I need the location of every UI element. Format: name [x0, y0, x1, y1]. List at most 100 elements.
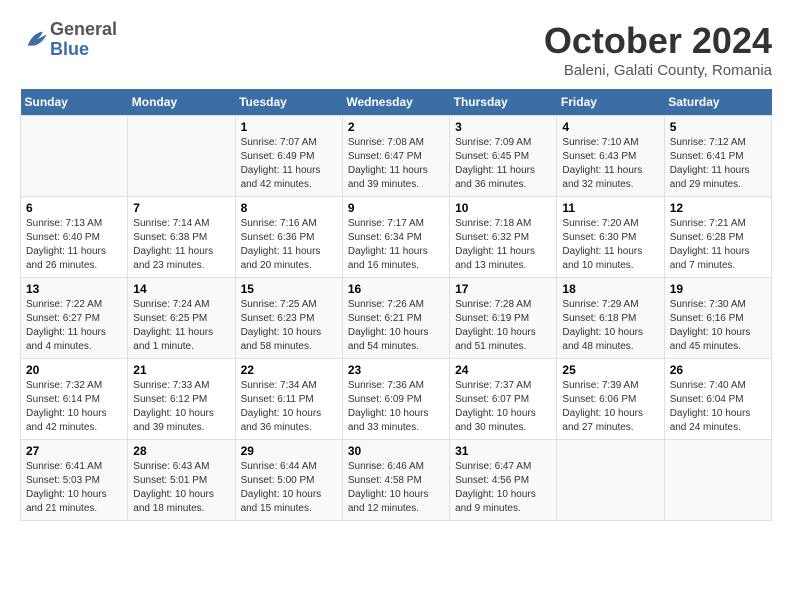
- day-info: Sunrise: 7:22 AMSunset: 6:27 PMDaylight:…: [26, 298, 122, 354]
- calendar-cell: 2 Sunrise: 7:08 AMSunset: 6:47 PMDaylight…: [342, 116, 449, 197]
- day-number: 2: [348, 120, 444, 134]
- day-number: 27: [26, 444, 122, 458]
- day-of-week-header: Thursday: [450, 89, 557, 116]
- day-number: 7: [133, 201, 229, 215]
- day-number: 3: [455, 120, 551, 134]
- calendar-cell: 25Sunrise: 7:39 AMSunset: 6:06 PMDayligh…: [557, 359, 664, 440]
- day-number: 24: [455, 363, 551, 377]
- day-of-week-header: Tuesday: [235, 89, 342, 116]
- day-number: 21: [133, 363, 229, 377]
- day-info: Sunrise: 7:21 AMSunset: 6:28 PMDaylight:…: [670, 217, 766, 273]
- day-info: Sunrise: 7:36 AMSunset: 6:09 PMDaylight:…: [348, 379, 444, 435]
- day-number: 18: [562, 282, 658, 296]
- logo-text: General Blue: [50, 20, 117, 60]
- calendar-week-row: 20 Sunrise: 7:32 AMSunset: 6:14 PMDayligh…: [21, 359, 772, 440]
- day-info: Sunrise: 7:24 AMSunset: 6:25 PMDaylight:…: [133, 298, 229, 354]
- calendar-cell: 9 Sunrise: 7:17 AMSunset: 6:34 PMDaylight…: [342, 197, 449, 278]
- calendar-cell: 27Sunrise: 6:41 AMSunset: 5:03 PMDayligh…: [21, 440, 128, 521]
- day-number: 30: [348, 444, 444, 458]
- day-info: Sunrise: 6:47 AMSunset: 4:56 PMDaylight:…: [455, 460, 551, 516]
- day-info: Sunrise: 6:46 AMSunset: 4:58 PMDaylight:…: [348, 460, 444, 516]
- day-number: 11: [562, 201, 658, 215]
- calendar-cell: [21, 116, 128, 197]
- logo: General Blue: [20, 20, 117, 60]
- day-info: Sunrise: 7:32 AMSunset: 6:14 PMDaylight:…: [26, 379, 122, 435]
- calendar-cell: 11 Sunrise: 7:20 AMSunset: 6:30 PMDayligh…: [557, 197, 664, 278]
- day-info: Sunrise: 7:28 AMSunset: 6:19 PMDaylight:…: [455, 298, 551, 354]
- day-number: 5: [670, 120, 766, 134]
- calendar-cell: 14Sunrise: 7:24 AMSunset: 6:25 PMDayligh…: [128, 278, 235, 359]
- day-number: 19: [670, 282, 766, 296]
- day-info: Sunrise: 7:10 AMSunset: 6:43 PMDaylight:…: [562, 136, 658, 192]
- calendar-cell: 29 Sunrise: 6:44 AMSunset: 5:00 PMDayligh…: [235, 440, 342, 521]
- calendar-cell: [557, 440, 664, 521]
- day-number: 28: [133, 444, 229, 458]
- day-number: 31: [455, 444, 551, 458]
- day-info: Sunrise: 7:17 AMSunset: 6:34 PMDaylight:…: [348, 217, 444, 273]
- calendar-cell: 26 Sunrise: 7:40 AMSunset: 6:04 PMDayligh…: [664, 359, 771, 440]
- day-number: 12: [670, 201, 766, 215]
- day-info: Sunrise: 7:25 AMSunset: 6:23 PMDaylight:…: [241, 298, 337, 354]
- day-info: Sunrise: 7:29 AMSunset: 6:18 PMDaylight:…: [562, 298, 658, 354]
- day-of-week-header: Saturday: [664, 89, 771, 116]
- logo-icon: [22, 26, 50, 54]
- day-number: 26: [670, 363, 766, 377]
- calendar-cell: 30 Sunrise: 6:46 AMSunset: 4:58 PMDayligh…: [342, 440, 449, 521]
- day-number: 10: [455, 201, 551, 215]
- day-info: Sunrise: 7:09 AMSunset: 6:45 PMDaylight:…: [455, 136, 551, 192]
- day-info: Sunrise: 7:13 AMSunset: 6:40 PMDaylight:…: [26, 217, 122, 273]
- calendar-cell: 13Sunrise: 7:22 AMSunset: 6:27 PMDayligh…: [21, 278, 128, 359]
- logo-blue: Blue: [50, 40, 117, 60]
- calendar-cell: 20 Sunrise: 7:32 AMSunset: 6:14 PMDayligh…: [21, 359, 128, 440]
- calendar-cell: 10Sunrise: 7:18 AMSunset: 6:32 PMDayligh…: [450, 197, 557, 278]
- calendar-cell: 17 Sunrise: 7:28 AMSunset: 6:19 PMDayligh…: [450, 278, 557, 359]
- calendar-cell: 18 Sunrise: 7:29 AMSunset: 6:18 PMDayligh…: [557, 278, 664, 359]
- page-header: General Blue October 2024 Baleni, Galati…: [20, 20, 772, 79]
- calendar-week-row: 6 Sunrise: 7:13 AMSunset: 6:40 PMDaylight…: [21, 197, 772, 278]
- day-number: 16: [348, 282, 444, 296]
- calendar-cell: 4 Sunrise: 7:10 AMSunset: 6:43 PMDaylight…: [557, 116, 664, 197]
- day-of-week-header: Sunday: [21, 89, 128, 116]
- calendar-week-row: 1 Sunrise: 7:07 AMSunset: 6:49 PMDaylight…: [21, 116, 772, 197]
- day-info: Sunrise: 7:37 AMSunset: 6:07 PMDaylight:…: [455, 379, 551, 435]
- day-info: Sunrise: 7:08 AMSunset: 6:47 PMDaylight:…: [348, 136, 444, 192]
- calendar-cell: 31 Sunrise: 6:47 AMSunset: 4:56 PMDayligh…: [450, 440, 557, 521]
- calendar-table: SundayMondayTuesdayWednesdayThursdayFrid…: [20, 89, 772, 521]
- calendar-cell: 7 Sunrise: 7:14 AMSunset: 6:38 PMDaylight…: [128, 197, 235, 278]
- day-info: Sunrise: 7:07 AMSunset: 6:49 PMDaylight:…: [241, 136, 337, 192]
- day-info: Sunrise: 7:34 AMSunset: 6:11 PMDaylight:…: [241, 379, 337, 435]
- day-number: 29: [241, 444, 337, 458]
- day-number: 4: [562, 120, 658, 134]
- calendar-cell: 8Sunrise: 7:16 AMSunset: 6:36 PMDaylight…: [235, 197, 342, 278]
- calendar-cell: 1 Sunrise: 7:07 AMSunset: 6:49 PMDaylight…: [235, 116, 342, 197]
- day-number: 17: [455, 282, 551, 296]
- day-info: Sunrise: 7:40 AMSunset: 6:04 PMDaylight:…: [670, 379, 766, 435]
- calendar-cell: [664, 440, 771, 521]
- calendar-header-row: SundayMondayTuesdayWednesdayThursdayFrid…: [21, 89, 772, 116]
- day-number: 6: [26, 201, 122, 215]
- day-number: 1: [241, 120, 337, 134]
- logo-general: General: [50, 20, 117, 40]
- day-info: Sunrise: 7:20 AMSunset: 6:30 PMDaylight:…: [562, 217, 658, 273]
- calendar-cell: 28 Sunrise: 6:43 AMSunset: 5:01 PMDayligh…: [128, 440, 235, 521]
- day-info: Sunrise: 7:12 AMSunset: 6:41 PMDaylight:…: [670, 136, 766, 192]
- day-info: Sunrise: 7:33 AMSunset: 6:12 PMDaylight:…: [133, 379, 229, 435]
- month-title: October 2024: [544, 20, 772, 62]
- location-subtitle: Baleni, Galati County, Romania: [544, 62, 772, 79]
- calendar-cell: 15 Sunrise: 7:25 AMSunset: 6:23 PMDayligh…: [235, 278, 342, 359]
- calendar-cell: 3 Sunrise: 7:09 AMSunset: 6:45 PMDaylight…: [450, 116, 557, 197]
- calendar-cell: [128, 116, 235, 197]
- day-info: Sunrise: 7:26 AMSunset: 6:21 PMDaylight:…: [348, 298, 444, 354]
- day-number: 15: [241, 282, 337, 296]
- day-number: 20: [26, 363, 122, 377]
- day-number: 8: [241, 201, 337, 215]
- calendar-cell: 23Sunrise: 7:36 AMSunset: 6:09 PMDayligh…: [342, 359, 449, 440]
- day-info: Sunrise: 6:44 AMSunset: 5:00 PMDaylight:…: [241, 460, 337, 516]
- day-info: Sunrise: 7:14 AMSunset: 6:38 PMDaylight:…: [133, 217, 229, 273]
- title-section: October 2024 Baleni, Galati County, Roma…: [544, 20, 772, 79]
- calendar-cell: 16 Sunrise: 7:26 AMSunset: 6:21 PMDayligh…: [342, 278, 449, 359]
- calendar-cell: 22Sunrise: 7:34 AMSunset: 6:11 PMDayligh…: [235, 359, 342, 440]
- day-info: Sunrise: 6:43 AMSunset: 5:01 PMDaylight:…: [133, 460, 229, 516]
- day-info: Sunrise: 7:39 AMSunset: 6:06 PMDaylight:…: [562, 379, 658, 435]
- day-number: 9: [348, 201, 444, 215]
